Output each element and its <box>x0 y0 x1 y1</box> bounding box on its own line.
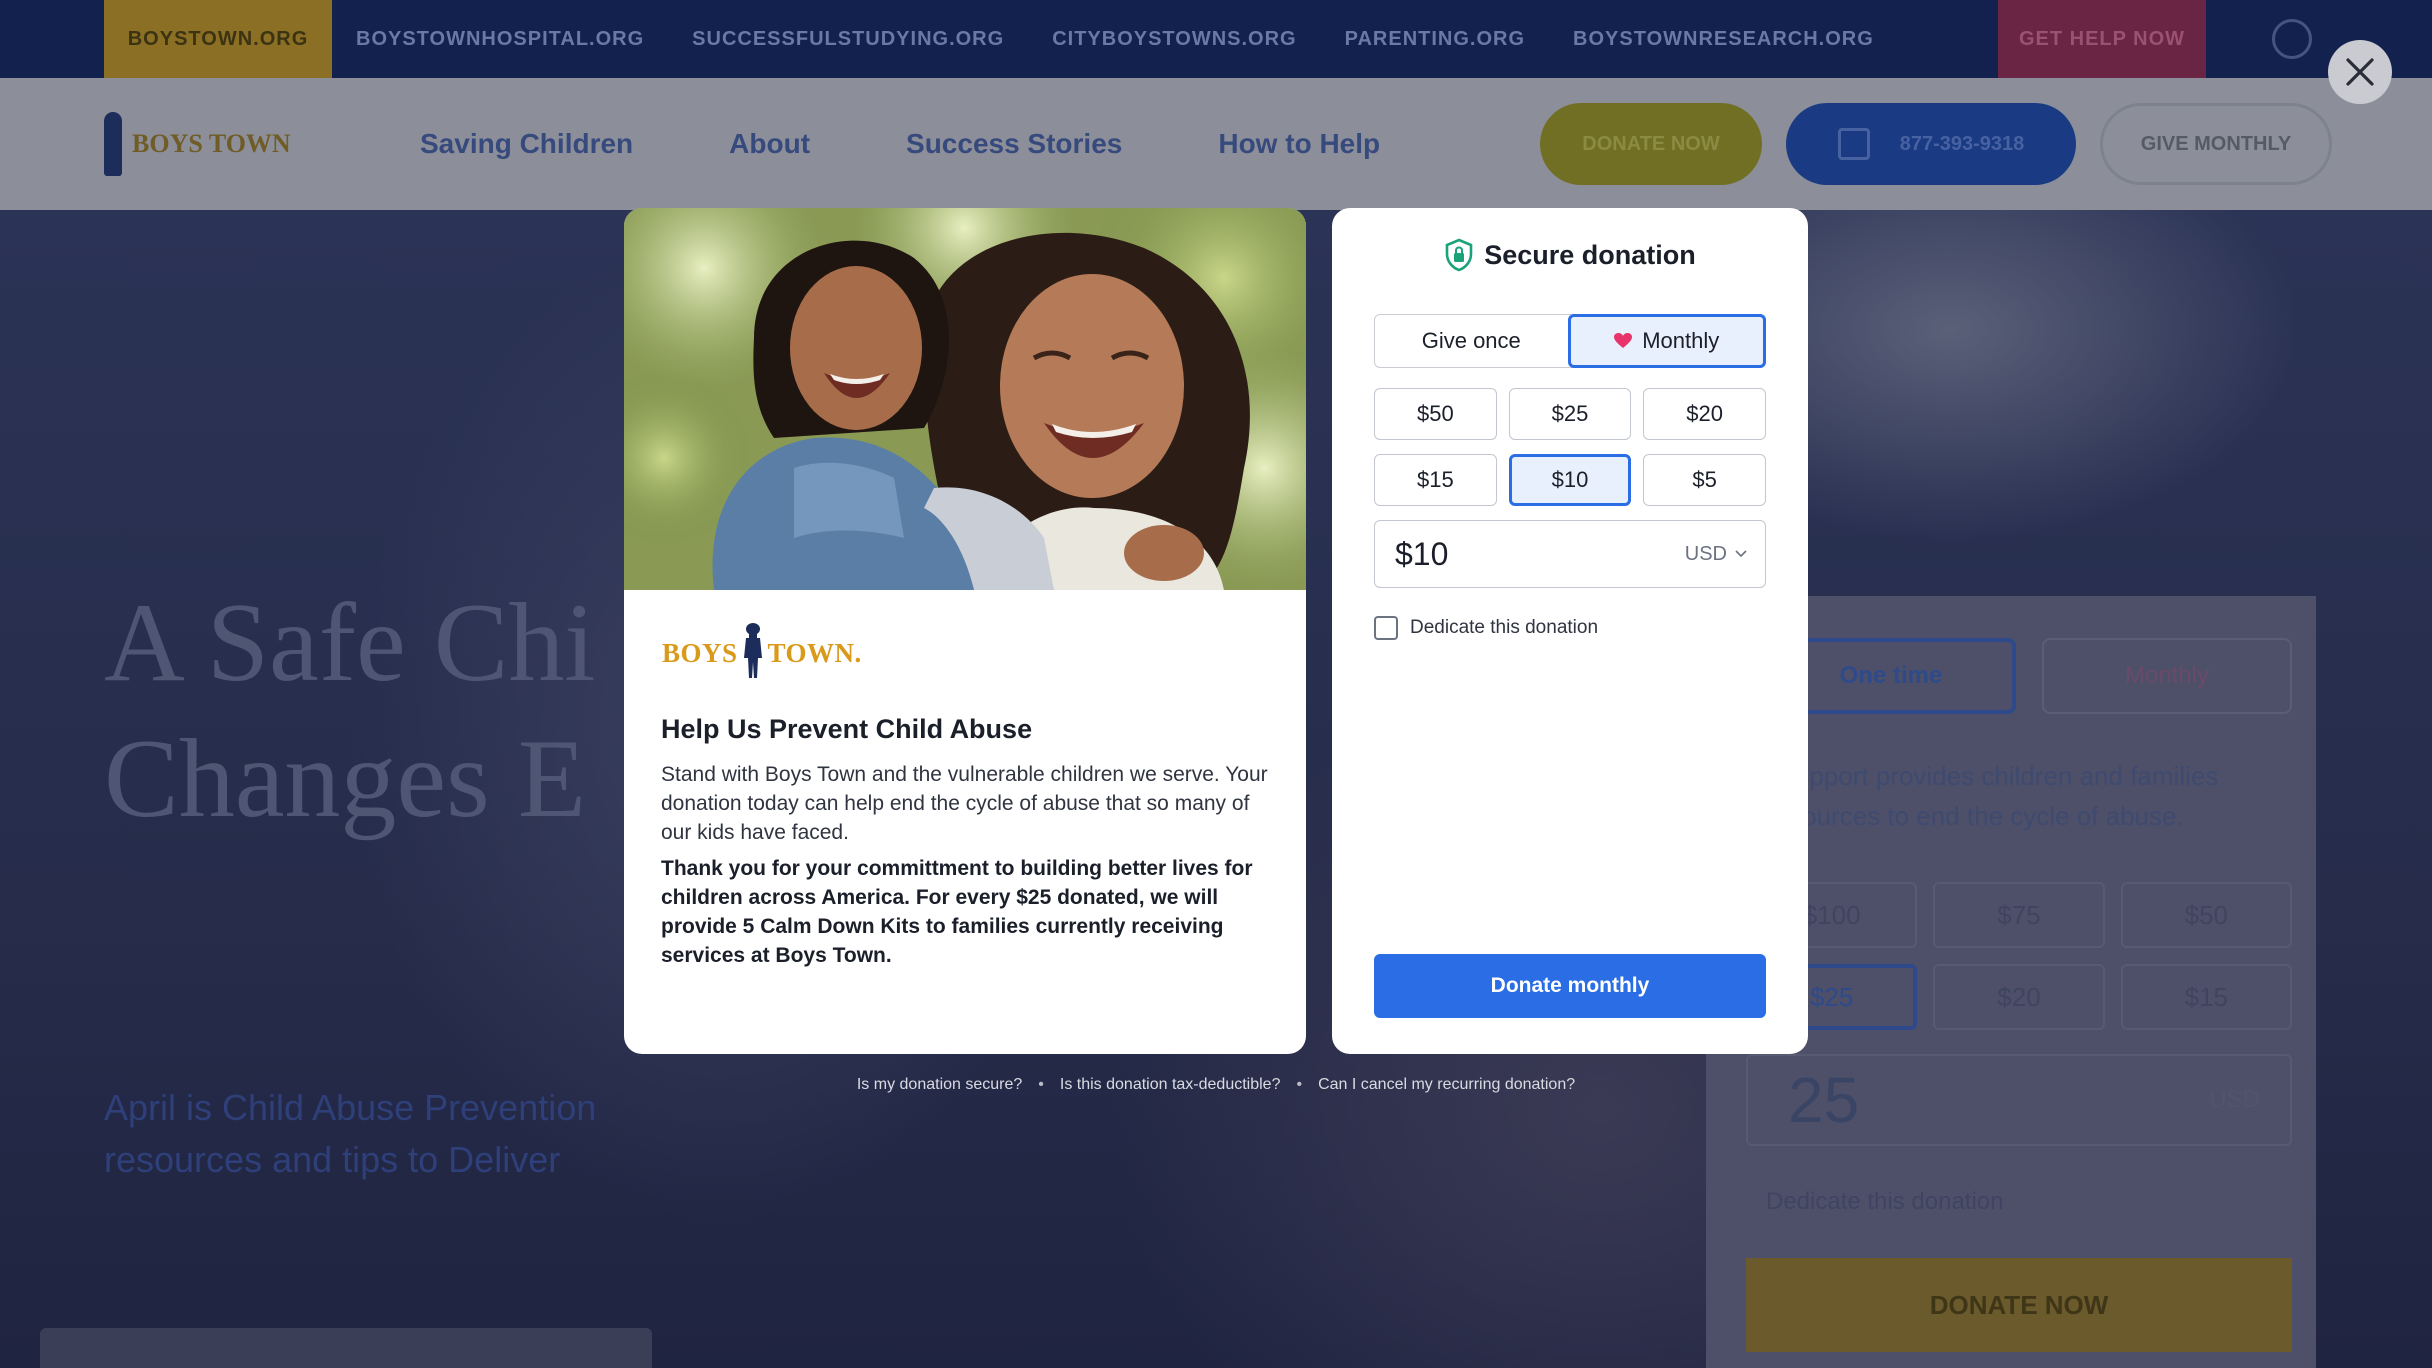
nav-actions: DONATE NOW 877-393-9318 GIVE MONTHLY <box>1540 103 2332 185</box>
chevron-down-icon <box>1735 550 1747 558</box>
boy-figure-icon <box>743 623 762 678</box>
bg-bottom-card <box>40 1328 652 1368</box>
hero-subtitle: April is Child Abuse Prevention resource… <box>104 1087 597 1180</box>
network-link-hospital: BOYSTOWNHOSPITAL.ORG <box>356 27 645 50</box>
bg-amount-option: $75 <box>1933 882 2105 948</box>
campaign-story-card: BOYS TOWN. Help Us Prevent Child Abuse S… <box>624 208 1306 1054</box>
nav-link-saving-children: Saving Children <box>420 128 634 159</box>
network-link-studying: SUCCESSFULSTUDYING.ORG <box>692 27 1005 50</box>
secure-donation-title: Secure donation <box>1484 239 1696 270</box>
search-icon <box>2272 19 2312 59</box>
amount-option-20[interactable]: $20 <box>1643 388 1766 440</box>
monthly-option[interactable]: Monthly <box>1567 314 1766 368</box>
network-link-parenting: PARENTING.ORG <box>1344 27 1526 50</box>
nav-link-success-stories: Success Stories <box>906 128 1123 159</box>
faq-separator: • <box>1296 1076 1303 1093</box>
story-title: Help Us Prevent Child Abuse <box>661 714 1033 744</box>
bg-currency: USD <box>2209 1086 2260 1113</box>
heart-icon <box>1614 333 1633 348</box>
amount-option-5[interactable]: $5 <box>1643 454 1766 506</box>
secure-donation-header: Secure donation <box>1332 238 1808 272</box>
amount-options: $50 $25 $20 $15 $10 $5 <box>1374 388 1766 506</box>
logo-word-boys: BOYS <box>662 638 738 668</box>
phone-icon <box>1837 128 1870 160</box>
bg-amount-value: 25 <box>1788 1064 1860 1136</box>
boy-figure-icon <box>104 112 122 176</box>
logo-word-town: TOWN. <box>767 638 862 668</box>
main-nav: BOYS TOWN Saving Children About Success … <box>0 78 2432 210</box>
network-link-research: BOYSTOWNRESEARCH.ORG <box>1573 27 1874 50</box>
story-paragraph-impact: Thank you for your committment to buildi… <box>661 857 1253 967</box>
network-link-boystown: BOYSTOWN.ORG <box>104 0 332 78</box>
donate-monthly-button[interactable]: Donate monthly <box>1374 954 1766 1018</box>
story-paragraph-intro: Stand with Boys Town and the vulnerable … <box>661 763 1268 844</box>
bg-tab-monthly: Monthly <box>2042 638 2292 714</box>
amount-option-15[interactable]: $15 <box>1374 454 1497 506</box>
nav-logo-text: BOYS TOWN <box>132 129 291 158</box>
bg-form-text: r support provides children and families… <box>1766 761 2219 831</box>
hero-title-line2: Changes E <box>104 717 587 841</box>
amount-option-10[interactable]: $10 <box>1508 454 1632 506</box>
currency-label: USD <box>1684 542 1727 565</box>
hero-title-line1: A Safe Chi <box>104 581 596 705</box>
nav-phone-number: 877-393-9318 <box>1899 132 2025 155</box>
hero-title: A Safe Chi Changes E <box>104 575 596 847</box>
amount-option-25[interactable]: $25 <box>1508 388 1632 440</box>
bg-amount-option: $50 <box>2120 882 2292 948</box>
dedicate-donation-row[interactable]: Dedicate this donation <box>1374 616 1598 640</box>
bg-amount-grid: $100 $75 $50 $25 $20 $15 <box>1746 882 2292 1030</box>
frequency-toggle: Give once Monthly <box>1374 314 1766 368</box>
nav-phone-button: 877-393-9318 <box>1786 103 2076 185</box>
site-network-bar: BOYSTOWN.ORG BOYSTOWNHOSPITAL.ORG SUCCES… <box>0 0 2432 78</box>
faq-links: Is my donation secure? • Is this donatio… <box>624 1076 1808 1094</box>
close-icon <box>2346 58 2374 86</box>
nav-give-monthly-button: GIVE MONTHLY <box>2100 103 2332 185</box>
faq-separator: • <box>1038 1076 1044 1093</box>
monthly-label: Monthly <box>1642 328 1720 353</box>
dedicate-checkbox[interactable] <box>1374 616 1398 640</box>
amount-value[interactable]: $10 <box>1395 536 1685 573</box>
donation-form-card: Secure donation Give once Monthly $50 $2… <box>1332 208 1808 1054</box>
bg-amount-option: $15 <box>2120 964 2292 1030</box>
mother-daughter-photo <box>624 208 1306 590</box>
bg-amount-input: 25 USD <box>1746 1054 2292 1146</box>
close-modal-button[interactable] <box>2328 40 2392 104</box>
bg-dedicate-label: Dedicate this donation <box>1766 1188 2004 1215</box>
custom-amount-input[interactable]: $10 USD <box>1374 520 1766 588</box>
faq-link-cancel-recurring[interactable]: Can I cancel my recurring donation? <box>1318 1076 1575 1094</box>
nav-link-how-to-help: How to Help <box>1218 128 1381 159</box>
bg-amount-option: $20 <box>1933 964 2105 1030</box>
give-once-label: Give once <box>1421 328 1521 353</box>
shield-lock-icon <box>1445 238 1473 272</box>
nav-link-about: About <box>729 128 811 159</box>
nav-logo: BOYS TOWN <box>104 112 324 176</box>
nav-donate-button: DONATE NOW <box>1540 103 1762 185</box>
boys-town-logo: BOYS TOWN. <box>662 622 862 678</box>
photo-illustration <box>624 208 1306 590</box>
bg-donate-button: DONATE NOW <box>1746 1258 2292 1352</box>
faq-link-secure[interactable]: Is my donation secure? <box>857 1076 1022 1094</box>
dedicate-label: Dedicate this donation <box>1410 617 1599 638</box>
give-once-option[interactable]: Give once <box>1375 315 1568 367</box>
currency-select[interactable]: USD <box>1685 543 1747 566</box>
get-help-button: GET HELP NOW <box>1998 0 2206 78</box>
amount-option-50[interactable]: $50 <box>1374 388 1497 440</box>
network-link-cityboystowns: CITYBOYSTOWNS.ORG <box>1052 27 1297 50</box>
faq-link-tax-deductible[interactable]: Is this donation tax-deductible? <box>1060 1076 1281 1094</box>
